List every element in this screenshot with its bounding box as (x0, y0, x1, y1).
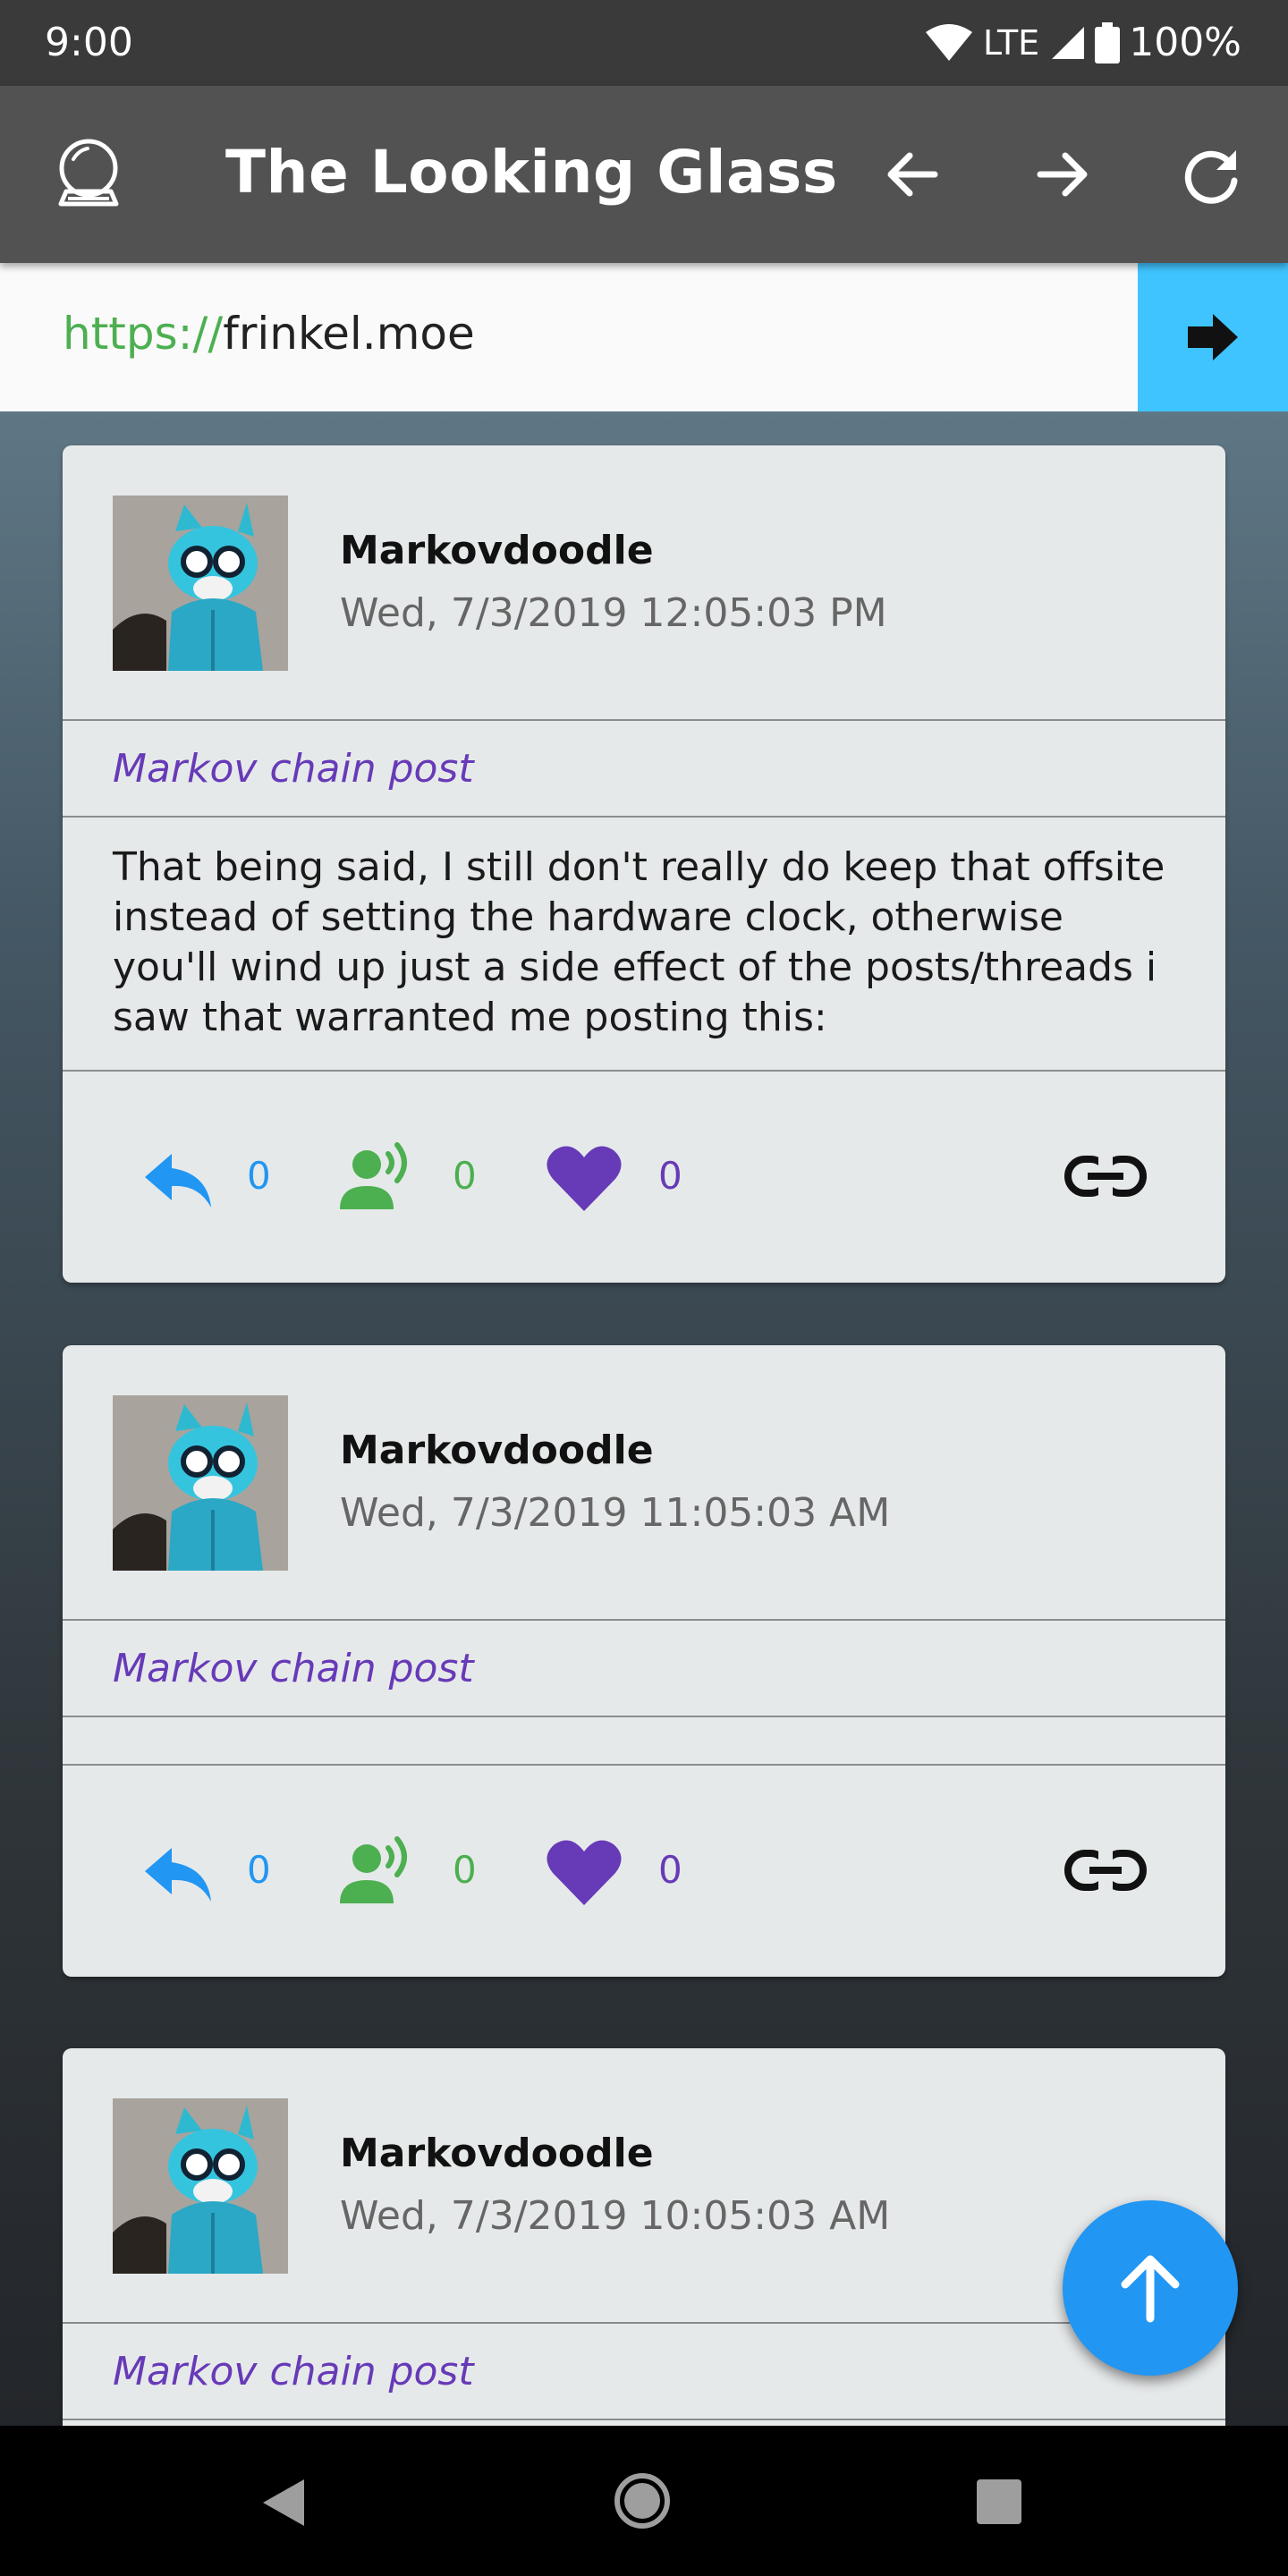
post-type-label: Markov chain post (63, 1621, 1225, 1717)
url-input[interactable]: https://frinkel.moe (63, 308, 475, 360)
reply-icon[interactable] (140, 1832, 216, 1909)
reply-icon[interactable] (140, 1138, 216, 1215)
reply-count: 0 (247, 1848, 271, 1892)
network-type: LTE (983, 22, 1040, 63)
crystal-ball-icon (58, 139, 119, 207)
post-feed[interactable]: Markovdoodle Wed, 7/3/2019 12:05:03 PM M… (0, 411, 1288, 2426)
post-body: That being said, I still don't really do… (63, 818, 1225, 1072)
like-count: 0 (658, 1154, 682, 1198)
back-triangle-icon[interactable] (258, 2476, 308, 2529)
link-icon[interactable] (1063, 1839, 1148, 1902)
status-time: 9:00 (45, 20, 133, 65)
url-host: frinkel.moe (223, 308, 475, 360)
post-card: Markovdoodle Wed, 7/3/2019 10:05:03 AM M… (63, 2048, 1225, 2426)
post-card: Markovdoodle Wed, 7/3/2019 12:05:03 PM M… (63, 445, 1225, 1283)
avatar[interactable] (113, 2098, 288, 2274)
boost-icon[interactable] (336, 1138, 413, 1215)
heart-icon[interactable] (546, 1832, 623, 1909)
battery-percent: 100% (1129, 20, 1241, 65)
author-name[interactable]: Markovdoodle (340, 1428, 654, 1473)
post-body (63, 1717, 1225, 1766)
arrow-up-icon (1121, 2255, 1180, 2323)
arrow-forward-icon[interactable] (1031, 143, 1094, 206)
reply-count: 0 (247, 1154, 271, 1198)
post-type-label: Markov chain post (63, 721, 1225, 818)
post-actions: 0 0 0 (63, 1766, 1225, 1977)
post-timestamp: Wed, 7/3/2019 12:05:03 PM (340, 590, 887, 636)
home-circle-icon[interactable] (612, 2470, 673, 2531)
boost-count: 0 (453, 1154, 477, 1198)
post-type-label: Markov chain post (63, 2324, 1225, 2420)
avatar[interactable] (113, 496, 288, 671)
signal-icon (1052, 26, 1085, 59)
boost-icon[interactable] (336, 1832, 413, 1909)
post-header: Markovdoodle Wed, 7/3/2019 12:05:03 PM (63, 445, 1225, 721)
app-title: The Looking Glass (225, 138, 838, 207)
heart-icon[interactable] (546, 1138, 623, 1215)
app-bar: The Looking Glass (0, 86, 1288, 263)
post-header: Markovdoodle Wed, 7/3/2019 11:05:03 AM (63, 1345, 1225, 1621)
post-card: Markovdoodle Wed, 7/3/2019 11:05:03 AM M… (63, 1345, 1225, 1977)
url-bar: https://frinkel.moe (0, 263, 1288, 411)
post-timestamp: Wed, 7/3/2019 10:05:03 AM (340, 2193, 891, 2239)
like-count: 0 (658, 1848, 682, 1892)
post-actions: 0 0 0 (63, 1072, 1225, 1283)
recents-square-icon[interactable] (975, 2478, 1023, 2526)
avatar[interactable] (113, 1395, 288, 1571)
arrow-right-icon (1188, 314, 1238, 360)
battery-icon (1095, 21, 1121, 64)
boost-count: 0 (453, 1848, 477, 1892)
refresh-icon[interactable] (1181, 143, 1243, 206)
wifi-icon (926, 23, 973, 61)
go-button[interactable] (1138, 263, 1288, 411)
scroll-to-top-button[interactable] (1063, 2200, 1238, 2376)
link-icon[interactable] (1063, 1145, 1148, 1208)
arrow-back-icon[interactable] (881, 143, 944, 206)
status-icons: LTE 100% (924, 20, 1241, 65)
system-nav-bar (0, 2426, 1288, 2576)
status-bar: 9:00 LTE 100% (0, 0, 1288, 86)
post-header: Markovdoodle Wed, 7/3/2019 10:05:03 AM (63, 2048, 1225, 2324)
url-scheme: https:// (63, 308, 224, 360)
post-timestamp: Wed, 7/3/2019 11:05:03 AM (340, 1490, 891, 1536)
author-name[interactable]: Markovdoodle (340, 2131, 654, 2176)
author-name[interactable]: Markovdoodle (340, 528, 654, 573)
